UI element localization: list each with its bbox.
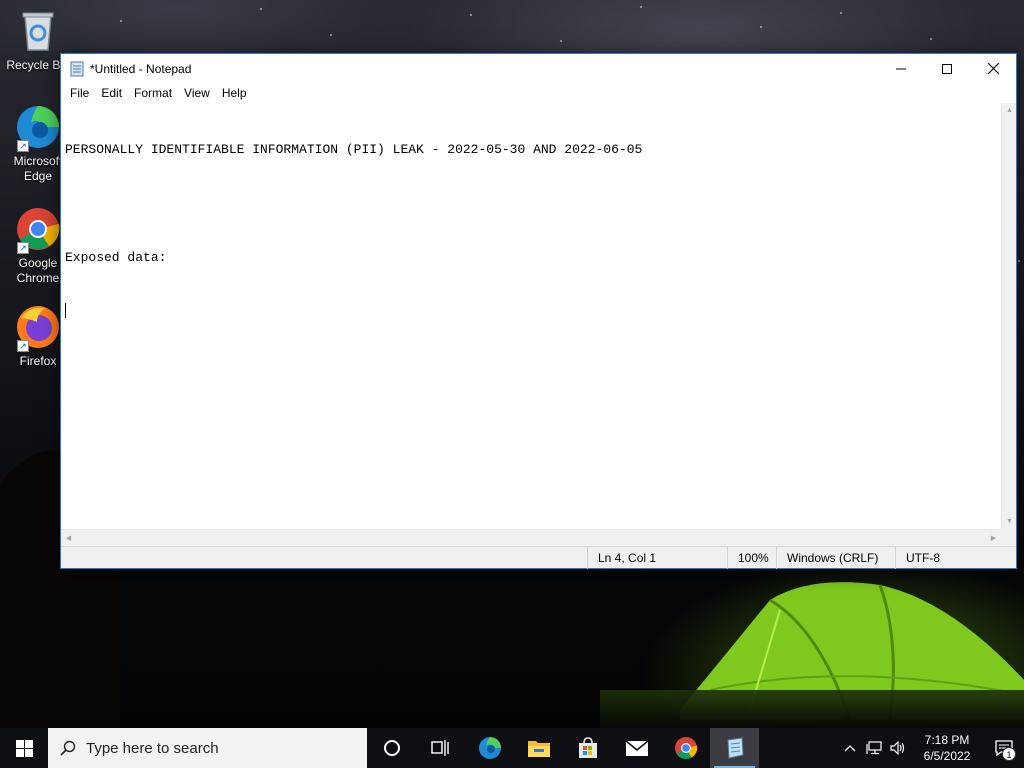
scroll-up-icon[interactable]: ▲ — [1002, 103, 1017, 118]
editor-line: Exposed data: — [65, 250, 167, 265]
mail-icon — [624, 740, 649, 756]
editor-line: PERSONALLY IDENTIFIABLE INFORMATION (PII… — [65, 142, 643, 157]
text-editor[interactable]: PERSONALLY IDENTIFIABLE INFORMATION (PII… — [61, 103, 1001, 529]
taskbar-store[interactable] — [563, 728, 612, 768]
menu-bar: File Edit Format View Help — [61, 83, 1016, 103]
horizontal-scrollbar[interactable]: ◀ ▶ — [61, 529, 1001, 546]
task-view-icon — [430, 740, 449, 756]
notepad-icon — [726, 737, 744, 759]
clock-date: 6/5/2022 — [923, 749, 971, 763]
window-title: *Untitled - Notepad — [90, 61, 192, 76]
menu-help[interactable]: Help — [216, 83, 253, 103]
maximize-icon — [942, 63, 952, 74]
vertical-scrollbar[interactable]: ▲ ▼ — [1001, 103, 1016, 529]
text-caret — [65, 303, 66, 318]
action-center-button[interactable]: 1 — [984, 728, 1024, 768]
taskbar-chrome[interactable] — [661, 728, 710, 768]
minimize-icon — [896, 68, 906, 69]
scroll-right-icon[interactable]: ▶ — [986, 531, 1001, 546]
menu-format[interactable]: Format — [128, 83, 178, 103]
close-button[interactable] — [970, 54, 1016, 83]
speaker-icon — [890, 741, 905, 755]
start-button[interactable] — [0, 728, 48, 768]
menu-edit[interactable]: Edit — [95, 83, 128, 103]
minimize-button[interactable] — [878, 54, 924, 83]
status-encoding: UTF-8 — [895, 547, 1017, 569]
title-bar[interactable]: *Untitled - Notepad — [61, 54, 1016, 83]
scrollbar-corner — [1001, 529, 1016, 546]
status-bar: Ln 4, Col 1 100% Windows (CRLF) UTF-8 — [61, 546, 1017, 569]
network-button[interactable] — [862, 728, 886, 768]
status-line-ending: Windows (CRLF) — [776, 547, 895, 569]
editor-line-current — [65, 303, 997, 321]
firefox-icon: ↗ — [15, 304, 61, 352]
menu-file[interactable]: File — [64, 83, 95, 103]
chrome-icon — [674, 737, 697, 759]
search-icon — [60, 740, 76, 756]
notepad-icon — [70, 61, 84, 76]
recycle-bin-icon — [15, 8, 61, 54]
notification-count-badge: 1 — [1002, 747, 1016, 761]
system-tray: 7:18 PM 6/5/2022 1 — [838, 728, 1024, 768]
status-cursor-position: Ln 4, Col 1 — [587, 547, 727, 569]
clock-time: 7:18 PM — [924, 733, 970, 747]
taskbar: Type here to search 7:18 PM 6/5/2022 1 — [0, 728, 1024, 768]
menu-view[interactable]: View — [178, 83, 216, 103]
edge-icon — [478, 737, 501, 759]
shortcut-arrow-icon: ↗ — [17, 242, 29, 254]
notepad-window[interactable]: *Untitled - Notepad File Edit Format Vie… — [60, 53, 1017, 569]
taskbar-file-explorer[interactable] — [514, 728, 563, 768]
close-icon — [987, 63, 999, 74]
network-icon — [866, 741, 882, 755]
show-hidden-icons-button[interactable] — [838, 728, 862, 768]
volume-button[interactable] — [886, 728, 910, 768]
chevron-up-icon — [844, 745, 856, 752]
windows-logo-icon — [15, 739, 33, 757]
scroll-left-icon[interactable]: ◀ — [61, 531, 76, 546]
chrome-icon: ↗ — [15, 206, 61, 254]
status-zoom: 100% — [727, 547, 776, 569]
folder-icon — [527, 741, 550, 757]
shortcut-arrow-icon: ↗ — [17, 140, 29, 152]
cortana-button[interactable] — [367, 728, 416, 768]
taskbar-clock[interactable]: 7:18 PM 6/5/2022 — [910, 732, 984, 764]
scroll-down-icon[interactable]: ▼ — [1002, 514, 1017, 529]
maximize-button[interactable] — [924, 54, 970, 83]
taskbar-mail[interactable] — [612, 728, 661, 768]
store-bag-icon — [578, 737, 597, 758]
task-view-button[interactable] — [416, 728, 465, 768]
taskbar-edge[interactable] — [465, 728, 514, 768]
shortcut-arrow-icon: ↗ — [17, 340, 29, 352]
taskbar-notepad[interactable] — [710, 728, 759, 768]
taskbar-search-box[interactable]: Type here to search — [48, 728, 367, 768]
cortana-circle-icon — [383, 740, 400, 756]
search-placeholder: Type here to search — [86, 739, 219, 757]
edge-icon: ↗ — [15, 104, 61, 152]
